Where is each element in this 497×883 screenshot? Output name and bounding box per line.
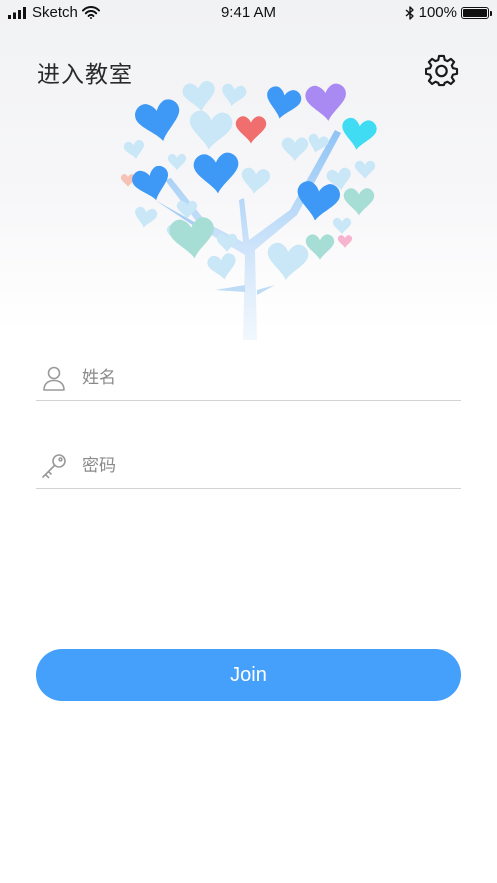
join-button[interactable]: Join	[36, 649, 461, 701]
gear-icon[interactable]	[425, 54, 459, 88]
name-field[interactable]	[36, 356, 461, 401]
name-input[interactable]	[80, 362, 454, 394]
battery-icon	[461, 6, 492, 19]
battery-level	[463, 8, 487, 17]
heart-tree-illustration	[120, 80, 378, 340]
password-input[interactable]	[80, 450, 454, 482]
key-icon	[42, 454, 66, 479]
battery-percent: 100%	[418, 4, 457, 21]
bluetooth-icon	[405, 5, 414, 20]
password-field[interactable]	[36, 444, 461, 489]
user-icon	[43, 366, 65, 391]
status-bar: Sketch 9:41 AM 100%	[0, 0, 497, 26]
status-bar-right: 100%	[405, 4, 492, 21]
